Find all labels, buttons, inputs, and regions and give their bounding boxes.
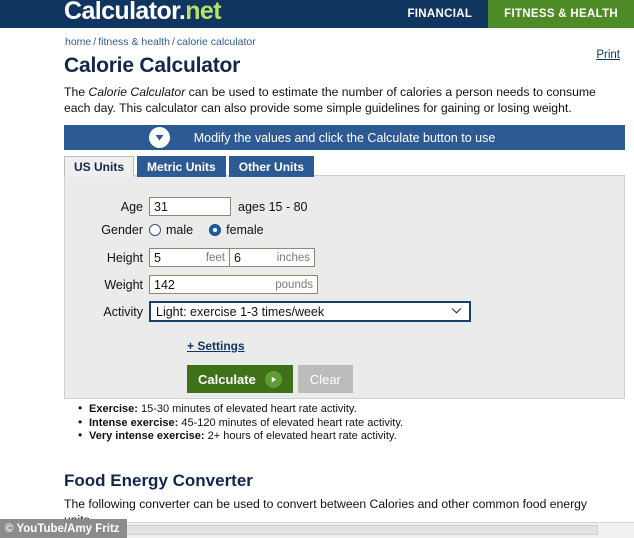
breadcrumb-item-fitness-health[interactable]: fitness & health <box>98 36 170 48</box>
weight-input-value: 142 <box>154 277 175 292</box>
weight-label: Weight <box>104 277 143 292</box>
gender-row: Gender male female <box>87 223 280 237</box>
play-icon <box>264 370 282 388</box>
weight-input[interactable]: 142 pounds <box>149 275 318 294</box>
logo-text-tld: net <box>185 0 221 25</box>
exercise-definitions-list: Exercise: 15-30 minutes of elevated hear… <box>78 402 578 444</box>
page-title: Calorie Calculator <box>64 54 241 77</box>
weight-unit: pounds <box>275 278 313 291</box>
modify-bar-label: Modify the values and click the Calculat… <box>193 130 496 145</box>
breadcrumb-item-calorie-calculator[interactable]: calorie calculator <box>177 36 256 48</box>
weight-row: Weight 142 pounds <box>87 275 318 294</box>
breadcrumb-separator: / <box>93 36 97 48</box>
list-item: Exercise: 15-30 minutes of elevated hear… <box>78 402 578 417</box>
modify-values-bar: Modify the values and click the Calculat… <box>64 125 625 150</box>
bullet-text: 15-30 minutes of elevated heart rate act… <box>137 403 357 415</box>
activity-select[interactable]: Light: exercise 1-3 times/week <box>149 301 471 322</box>
age-hint: ages 15 - 80 <box>238 199 308 214</box>
activity-label: Activity <box>103 304 143 319</box>
age-input-value: 31 <box>154 199 168 214</box>
age-input[interactable]: 31 <box>149 197 231 216</box>
gender-option-male[interactable]: male <box>149 223 207 237</box>
bullet-label: Exercise: <box>89 403 138 415</box>
breadcrumb-item-home[interactable]: home <box>65 36 91 48</box>
calculator-form-panel: Age 31 ages 15 - 80 Gender male female H… <box>64 175 625 399</box>
list-item: Very intense exercise: 2+ hours of eleva… <box>78 429 578 444</box>
site-header: Calculator.net FINANCIAL FITNESS & HEALT… <box>0 0 634 28</box>
activity-selected-value: Light: exercise 1-3 times/week <box>156 304 325 319</box>
calculate-button[interactable]: Calculate <box>187 365 293 393</box>
chevron-down-circle-icon[interactable] <box>149 127 170 148</box>
tab-other-units[interactable]: Other Units <box>228 156 315 177</box>
settings-toggle-link[interactable]: + Settings <box>187 339 245 353</box>
radio-male-icon[interactable] <box>149 224 161 236</box>
main-nav: FINANCIAL FITNESS & HEALTH <box>391 0 634 28</box>
breadcrumb-separator: / <box>171 36 175 48</box>
logo-text-main: Calculator <box>64 0 179 25</box>
breadcrumb: home / fitness & health / calorie calculator <box>65 36 256 48</box>
gender-option-female[interactable]: female <box>209 223 278 237</box>
units-tabs: US Units Metric Units Other Units <box>64 155 315 177</box>
section-title-food-energy-converter: Food Energy Converter <box>64 471 253 490</box>
intro-text-italic: Calorie Calculator <box>88 85 186 99</box>
tab-us-units[interactable]: US Units <box>64 156 135 177</box>
age-label: Age <box>120 199 143 214</box>
height-label: Height <box>106 250 143 265</box>
height-inches-value: 6 <box>234 250 241 265</box>
gender-label: Gender <box>101 223 143 237</box>
intro-text-before: The <box>64 85 89 99</box>
gender-male-label: male <box>166 223 194 237</box>
bullet-label: Intense exercise: <box>89 416 179 429</box>
form-buttons: Calculate Clear <box>187 365 353 393</box>
gender-female-label: female <box>226 223 264 237</box>
bullet-text: 45-120 minutes of elevated heart rate ac… <box>178 416 404 429</box>
height-inches-unit: inches <box>276 251 310 264</box>
bullet-label: Very intense exercise: <box>89 430 205 442</box>
activity-row: Activity Light: exercise 1-3 times/week <box>87 301 471 322</box>
list-item: Intense exercise: 45-120 minutes of elev… <box>78 416 578 431</box>
bullet-text: 2+ hours of elevated heart rate activity… <box>204 430 397 442</box>
calculate-button-label: Calculate <box>198 371 256 387</box>
nav-item-fitness-health[interactable]: FITNESS & HEALTH <box>488 0 634 28</box>
height-feet-unit: feet <box>205 251 225 264</box>
nav-item-financial[interactable]: FINANCIAL <box>391 0 489 28</box>
height-feet-value: 5 <box>154 250 161 265</box>
watermark-credit: © YouTube/Amy Fritz <box>0 519 127 538</box>
print-link[interactable]: Print <box>596 49 620 61</box>
clear-button[interactable]: Clear <box>297 365 353 393</box>
age-row: Age 31 ages 15 - 80 <box>87 197 308 216</box>
intro-paragraph: The Calorie Calculator can be used to es… <box>64 84 616 116</box>
height-row: Height 5 feet 6 inches <box>87 248 315 267</box>
clear-button-label: Clear <box>309 371 341 387</box>
height-feet-input[interactable]: 5 feet <box>149 248 229 267</box>
height-inches-input[interactable]: 6 inches <box>229 248 315 267</box>
radio-female-icon[interactable] <box>209 224 222 236</box>
chevron-down-icon <box>451 303 462 317</box>
tab-metric-units[interactable]: Metric Units <box>137 156 226 177</box>
site-logo[interactable]: Calculator.net <box>64 0 222 26</box>
